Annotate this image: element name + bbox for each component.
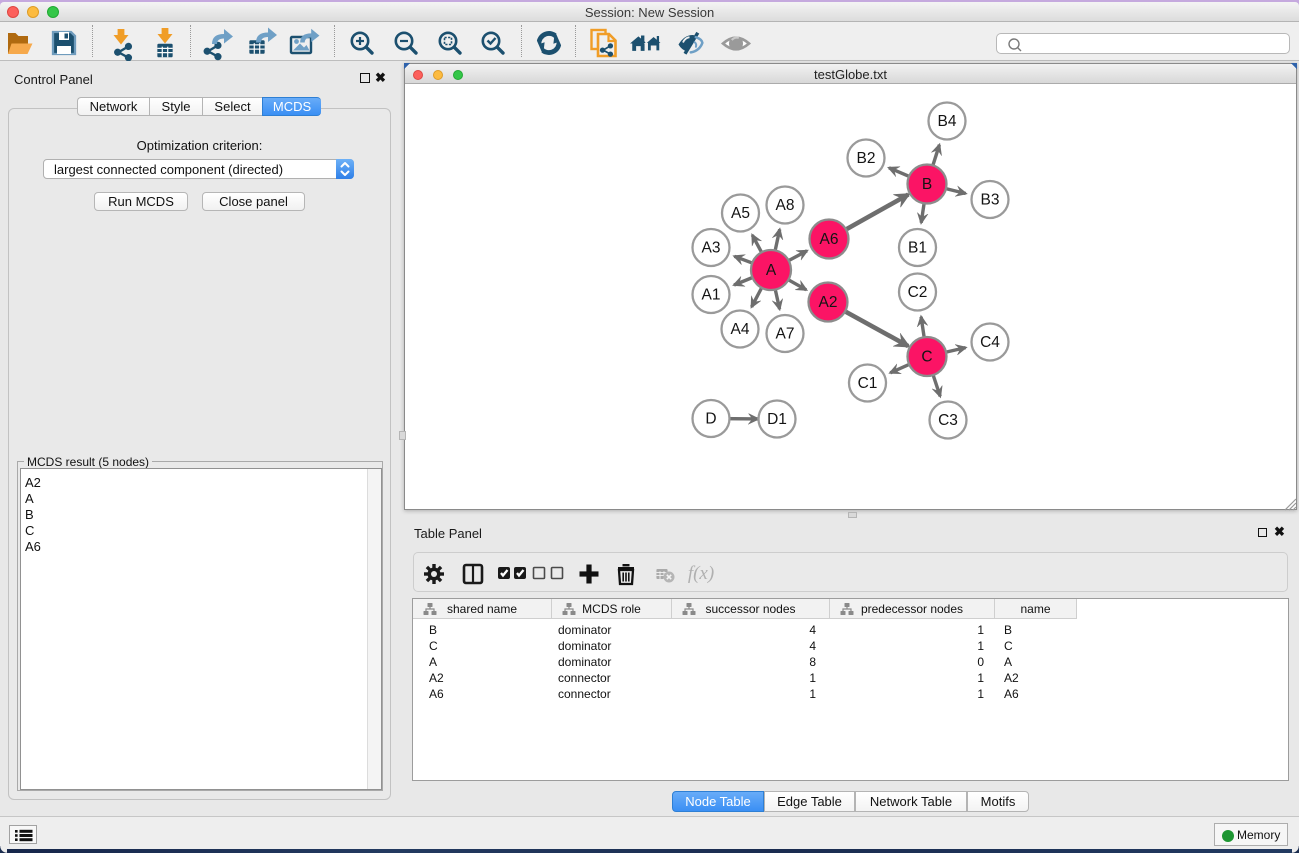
svg-text:C: C — [921, 349, 932, 366]
svg-text:B2: B2 — [857, 150, 876, 167]
svg-text:A8: A8 — [776, 197, 795, 214]
svg-text:A: A — [766, 262, 777, 279]
svg-text:C1: C1 — [858, 375, 878, 392]
svg-text:D: D — [705, 411, 716, 428]
svg-text:A5: A5 — [731, 205, 750, 222]
svg-text:C2: C2 — [908, 284, 928, 301]
svg-text:f(x): f(x) — [688, 563, 714, 584]
svg-text:B3: B3 — [981, 192, 1000, 209]
svg-text:B1: B1 — [908, 240, 927, 257]
svg-text:A6: A6 — [820, 231, 839, 248]
svg-text:A4: A4 — [731, 321, 750, 338]
svg-text:A7: A7 — [776, 326, 795, 343]
svg-text:A2: A2 — [819, 294, 838, 311]
svg-text:D1: D1 — [767, 411, 787, 428]
svg-text:A3: A3 — [702, 240, 721, 257]
svg-text:B4: B4 — [938, 113, 957, 130]
svg-text:C3: C3 — [938, 412, 958, 429]
svg-text:C4: C4 — [980, 334, 1000, 351]
svg-text:A1: A1 — [702, 287, 721, 304]
svg-text:B: B — [922, 176, 932, 193]
